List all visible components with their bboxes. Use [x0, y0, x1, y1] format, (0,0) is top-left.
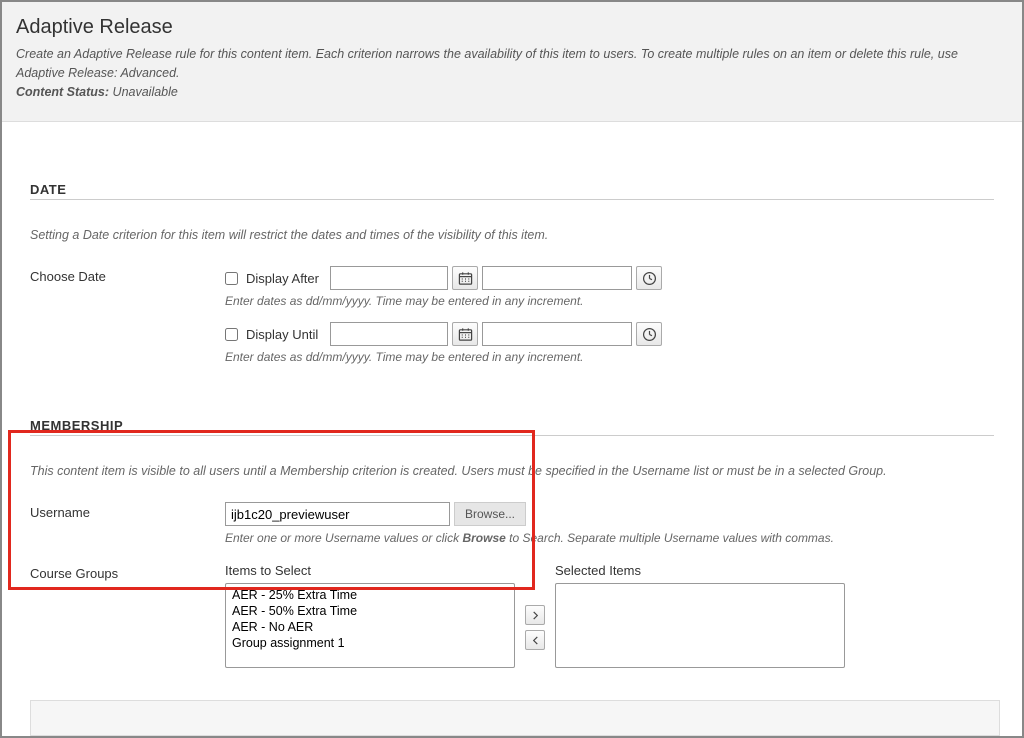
page-description: Create an Adaptive Release rule for this… — [16, 47, 958, 80]
membership-heading: MEMBERSHIP — [30, 418, 994, 436]
list-item[interactable]: Group assignment 1 — [232, 635, 508, 651]
clock-icon[interactable] — [636, 266, 662, 290]
list-item[interactable]: AER - No AER — [232, 619, 508, 635]
display-after-label: Display After — [246, 271, 324, 286]
page-title: Adaptive Release — [16, 16, 1008, 39]
date-help-text: Setting a Date criterion for this item w… — [30, 228, 994, 242]
display-until-checkbox[interactable] — [225, 328, 238, 341]
content-status-label: Content Status: — [16, 85, 109, 99]
display-until-time-input[interactable] — [482, 322, 632, 346]
username-hint: Enter one or more Username values or cli… — [225, 531, 994, 545]
items-to-select-listbox[interactable]: AER - 25% Extra TimeAER - 50% Extra Time… — [225, 583, 515, 668]
username-label: Username — [30, 502, 225, 520]
calendar-icon[interactable] — [452, 266, 478, 290]
date-section: DATE Setting a Date criterion for this i… — [30, 182, 994, 378]
move-left-button[interactable] — [525, 630, 545, 650]
display-until-label: Display Until — [246, 327, 324, 342]
items-to-select-label: Items to Select — [225, 563, 515, 578]
selected-items-label: Selected Items — [555, 563, 845, 578]
course-groups-label: Course Groups — [30, 563, 225, 581]
selected-items-listbox[interactable] — [555, 583, 845, 668]
date-heading: DATE — [30, 182, 994, 200]
list-item[interactable]: AER - 25% Extra Time — [232, 587, 508, 603]
content-status-value: Unavailable — [113, 85, 178, 99]
choose-date-label: Choose Date — [30, 266, 225, 284]
calendar-icon[interactable] — [452, 322, 478, 346]
membership-help-text: This content item is visible to all user… — [30, 464, 994, 478]
display-after-date-input[interactable] — [330, 266, 448, 290]
username-input[interactable] — [225, 502, 450, 526]
clock-icon[interactable] — [636, 322, 662, 346]
membership-section: MEMBERSHIP This content item is visible … — [30, 418, 994, 669]
display-after-checkbox[interactable] — [225, 272, 238, 285]
display-until-hint: Enter dates as dd/mm/yyyy. Time may be e… — [225, 350, 994, 364]
list-item[interactable]: AER - 50% Extra Time — [232, 603, 508, 619]
move-right-button[interactable] — [525, 605, 545, 625]
browse-button[interactable]: Browse... — [454, 502, 526, 526]
footer-strip — [30, 700, 1000, 736]
display-after-hint: Enter dates as dd/mm/yyyy. Time may be e… — [225, 294, 994, 308]
display-after-time-input[interactable] — [482, 266, 632, 290]
display-until-date-input[interactable] — [330, 322, 448, 346]
